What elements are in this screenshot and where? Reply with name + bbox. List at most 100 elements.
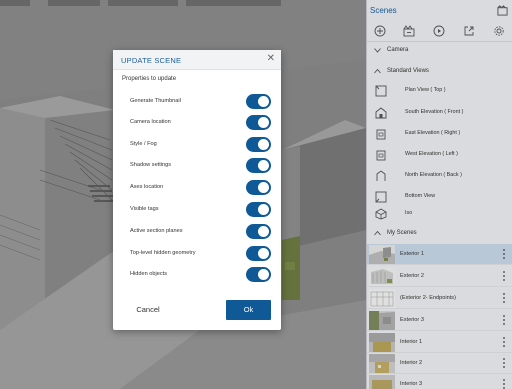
ok-button[interactable]: Ok [226, 300, 271, 320]
more-options-icon[interactable] [503, 315, 506, 326]
scene-label: Exterior 2 [400, 273, 424, 279]
option-label: Generate Thumbnail [130, 98, 181, 104]
toggle-knob [258, 96, 269, 107]
scene-label: Interior 1 [400, 339, 423, 345]
view-item-iso[interactable]: Iso [367, 203, 512, 224]
view-item-east[interactable]: East Elevation ( Right ) [367, 123, 512, 144]
west-elevation-icon [376, 150, 386, 161]
toggle-knob [258, 226, 269, 237]
iso-view-icon [375, 208, 387, 220]
toggle-knob [258, 160, 269, 171]
scene-row-exterior-2[interactable]: Exterior 2 [367, 266, 512, 287]
scene-thumbnail [369, 267, 395, 286]
toggle-switch[interactable] [246, 180, 271, 195]
scene-thumbnail [369, 311, 395, 330]
view-item-west[interactable]: West Elevation ( Left ) [367, 144, 512, 165]
toggle-switch[interactable] [246, 158, 271, 173]
settings-icon[interactable] [493, 25, 505, 37]
scene-thumbnail [369, 333, 395, 352]
toggle-switch[interactable] [246, 246, 271, 261]
scene-thumbnail [369, 354, 395, 373]
plan-view-icon [375, 85, 387, 97]
scenes-panel: Scenes Camera Standard Views Plan View (… [366, 0, 512, 389]
scene-row-exterior-1[interactable]: Exterior 1 [367, 244, 512, 265]
standard-views-section-header[interactable]: Standard Views [367, 64, 512, 80]
scene-label: Interior 3 [400, 381, 423, 387]
bottom-view-icon [375, 191, 387, 203]
scene-label: Exterior 3 [400, 317, 424, 323]
option-label: Visible tags [130, 206, 159, 212]
scene-thumbnail [369, 289, 395, 308]
camera-section-header[interactable]: Camera [367, 43, 512, 59]
more-options-icon[interactable] [503, 379, 506, 389]
option-axes-location: Axes location [113, 178, 281, 196]
section-label: Camera [387, 47, 409, 53]
more-options-icon[interactable] [503, 271, 506, 282]
section-label: Standard Views [387, 68, 429, 74]
scene-row-exterior-3[interactable]: Exterior 3 [367, 310, 512, 331]
section-label: My Scenes [387, 230, 417, 236]
view-label: South Elevation ( Front ) [405, 109, 464, 115]
toggle-knob [258, 182, 269, 193]
view-item-plan[interactable]: Plan View ( Top ) [367, 80, 512, 101]
close-icon[interactable]: ✕ [267, 54, 275, 64]
dialog-subtitle: Properties to update [122, 76, 177, 82]
scene-row-interior-3[interactable]: Interior 3 [367, 374, 512, 389]
toggle-switch[interactable] [246, 202, 271, 217]
toggle-switch[interactable] [246, 94, 271, 109]
option-label: Hidden objects [130, 271, 168, 277]
toggle-knob [258, 139, 269, 150]
option-camera-location: Camera location [113, 113, 281, 131]
panel-title: Scenes [370, 6, 397, 15]
toggle-switch[interactable] [246, 137, 271, 152]
option-hidden-objects: Hidden objects [113, 265, 281, 283]
scene-label: (Exterior 2- Endpoints) [400, 295, 456, 301]
toggle-switch[interactable] [246, 267, 271, 282]
more-options-icon[interactable] [503, 358, 506, 369]
east-elevation-icon [376, 129, 386, 140]
option-label: Axes location [130, 184, 164, 190]
north-elevation-icon [376, 170, 386, 181]
dialog-header: UPDATE SCENE ✕ [113, 50, 281, 70]
export-icon[interactable] [463, 25, 475, 37]
dialog-title: UPDATE SCENE [121, 56, 182, 65]
more-options-icon[interactable] [503, 337, 506, 348]
toggle-switch[interactable] [246, 224, 271, 239]
chevron-up-icon [374, 231, 381, 236]
option-label: Active section planes [130, 228, 183, 234]
cancel-button[interactable]: Cancel [125, 300, 171, 320]
option-style-fog: Style / Fog [113, 135, 281, 153]
option-shadow-settings: Shadow settings [113, 156, 281, 174]
option-label: Top-level hidden geometry [130, 250, 196, 256]
chevron-down-icon [374, 48, 381, 53]
scene-row-interior-1[interactable]: Interior 1 [367, 332, 512, 353]
toggle-switch[interactable] [246, 115, 271, 130]
play-icon[interactable] [433, 25, 445, 37]
toggle-knob [258, 269, 269, 280]
update-scene-dialog: UPDATE SCENE ✕ Properties to update Gene… [113, 50, 281, 330]
toggle-knob [258, 204, 269, 215]
view-item-south[interactable]: South Elevation ( Front ) [367, 102, 512, 123]
add-scene-icon[interactable] [374, 25, 386, 37]
option-label: Camera location [130, 119, 171, 125]
scenes-panel-icon[interactable] [497, 5, 508, 16]
scene-thumbnail [369, 375, 395, 389]
view-label: Iso [405, 210, 413, 216]
more-options-icon[interactable] [503, 293, 506, 304]
scene-row-interior-2[interactable]: Interior 2 [367, 353, 512, 374]
option-top-level-hidden-geometry: Top-level hidden geometry [113, 244, 281, 262]
chevron-up-icon [374, 69, 381, 74]
more-options-icon[interactable] [503, 249, 506, 260]
panel-header: Scenes [367, 0, 512, 20]
south-elevation-icon [375, 107, 387, 119]
view-label: Plan View ( Top ) [405, 87, 446, 93]
view-label: West Elevation ( Left ) [405, 151, 458, 157]
scene-row-exterior-2-endpoints[interactable]: (Exterior 2- Endpoints) [367, 288, 512, 309]
my-scenes-section-header[interactable]: My Scenes [367, 226, 512, 242]
view-item-north[interactable]: North Elevation ( Back ) [367, 165, 512, 186]
option-visible-tags: Visible tags [113, 200, 281, 218]
option-active-section-planes: Active section planes [113, 222, 281, 240]
view-label: Bottom View [405, 193, 436, 199]
update-scene-icon[interactable] [403, 25, 415, 37]
option-label: Style / Fog [130, 141, 157, 147]
